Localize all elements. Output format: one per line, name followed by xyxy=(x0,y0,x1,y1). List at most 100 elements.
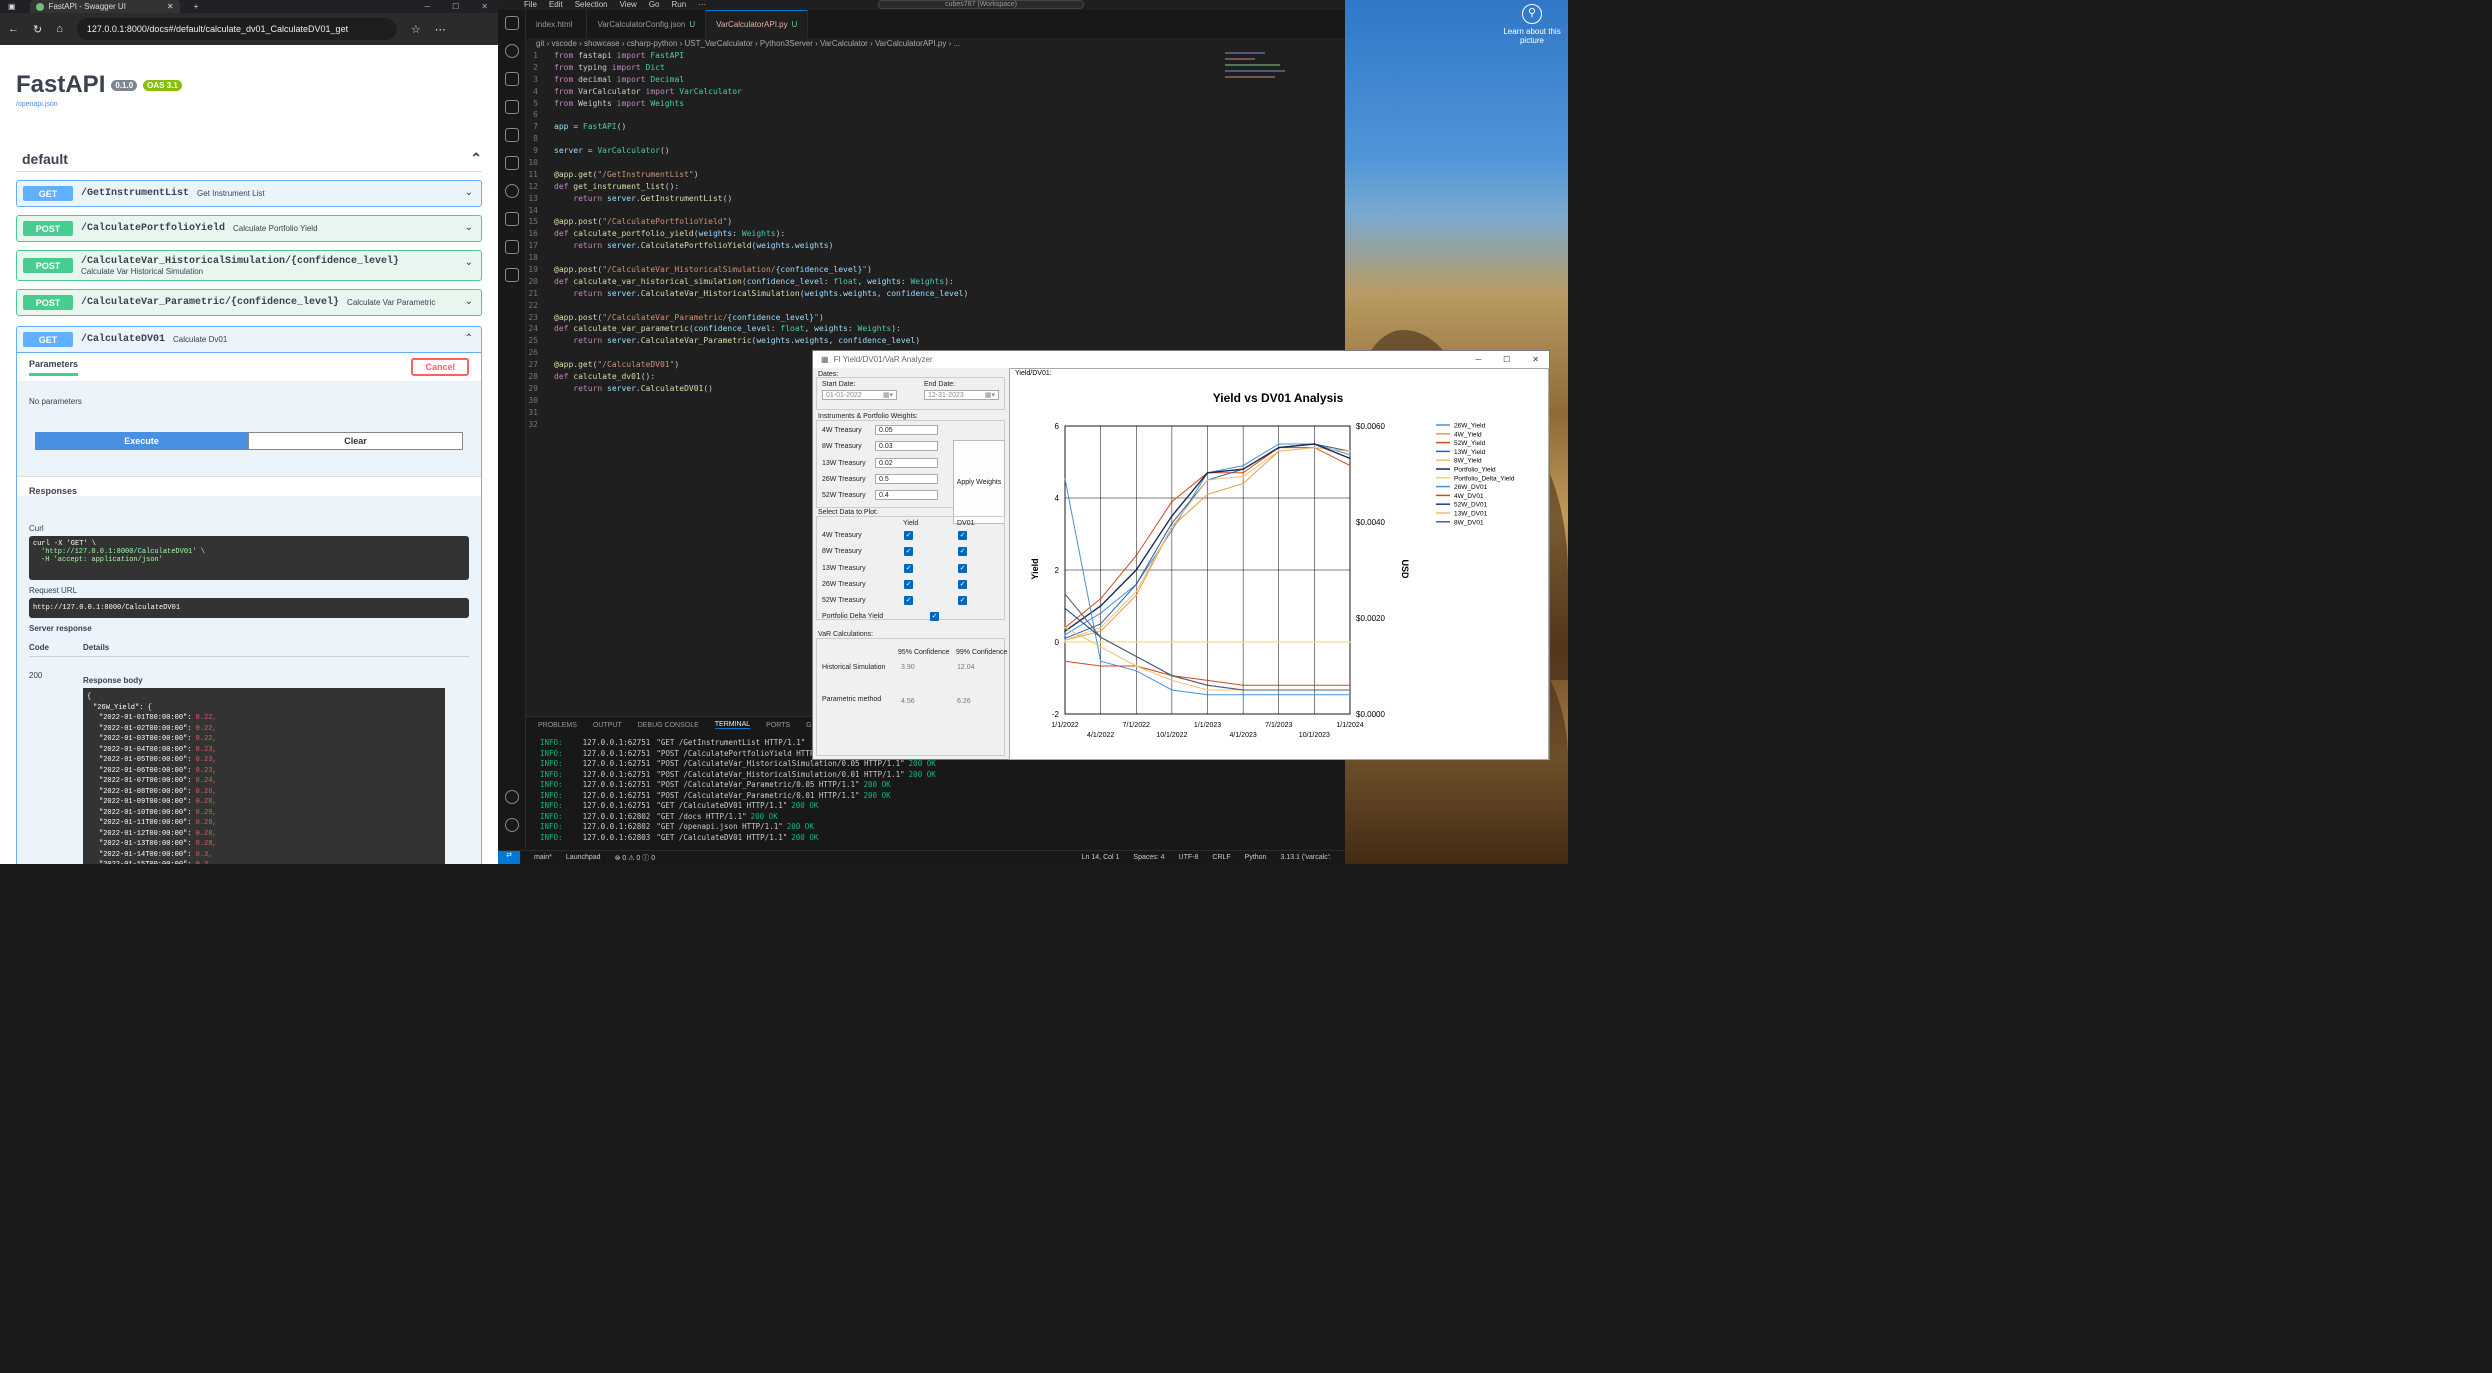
response-body[interactable]: {"26W_Yield": {"2022-01-01T00:00:00": 0.… xyxy=(83,688,445,864)
yield-checkbox[interactable]: ✓ xyxy=(904,531,913,540)
python-interpreter[interactable]: 3.13.1 ('varcalc': xyxy=(1280,854,1345,861)
line-endings[interactable]: CRLF xyxy=(1212,854,1230,861)
close-window-icon[interactable]: ✕ xyxy=(481,2,488,11)
log-level: INFO: xyxy=(540,769,563,779)
weight-input[interactable]: 0.4 xyxy=(875,490,938,501)
gitlens-icon[interactable] xyxy=(505,212,519,226)
back-icon[interactable]: ← xyxy=(8,23,19,35)
dv01-checkbox[interactable]: ✓ xyxy=(958,596,967,606)
endpoint-row[interactable]: GET/GetInstrumentList Get Instrument List… xyxy=(16,180,482,207)
menu-item[interactable]: ··· xyxy=(698,0,706,9)
account-icon[interactable] xyxy=(505,790,519,804)
git-branch[interactable]: main* xyxy=(534,854,552,861)
section-default[interactable]: default ⌃ xyxy=(16,146,482,172)
weight-input[interactable]: 0.5 xyxy=(875,473,938,484)
favorites-icon[interactable]: ☆ xyxy=(411,23,421,36)
menu-item[interactable]: File xyxy=(524,0,537,9)
minimize-icon[interactable]: ─ xyxy=(424,2,430,11)
chevron-up-icon[interactable]: ⌃ xyxy=(465,333,473,344)
home-icon[interactable]: ⌂ xyxy=(56,23,63,35)
panel-tab[interactable]: TERMINAL xyxy=(714,721,751,729)
minimap[interactable] xyxy=(1225,50,1295,90)
menu-item[interactable]: Run xyxy=(671,0,686,9)
menu-item[interactable]: View xyxy=(620,0,637,9)
chevron-down-icon[interactable]: ⌄ xyxy=(465,187,473,198)
docker-icon[interactable] xyxy=(505,268,519,282)
dv01-checkbox[interactable]: ✓ xyxy=(958,547,967,557)
dv01-checkbox[interactable]: ✓ xyxy=(958,579,967,589)
chart-area[interactable]: Yield vs DV01 Analysis 1/1/2022 4/1/2022 7/… xyxy=(1009,368,1549,760)
menu-item[interactable]: Selection xyxy=(575,0,608,9)
panel-tab[interactable]: DEBUG CONSOLE xyxy=(638,722,699,729)
learn-about-picture[interactable]: ⚲ Learn about this picture xyxy=(1502,4,1562,45)
apply-weights-button[interactable]: Apply Weights xyxy=(953,440,1005,524)
dv01-checkbox[interactable]: ✓ xyxy=(958,531,967,540)
launchpad[interactable]: Launchpad xyxy=(566,854,601,861)
language-mode[interactable]: Python xyxy=(1245,854,1267,861)
chevron-down-icon[interactable]: ⌄ xyxy=(465,296,473,307)
new-tab-icon[interactable]: + xyxy=(194,2,199,11)
encoding[interactable]: UTF-8 xyxy=(1179,854,1199,861)
swagger-page: FastAPI 0.1.0 OAS 3.1 /openapi.json defaul… xyxy=(0,45,498,864)
menu-item[interactable]: Go xyxy=(649,0,660,9)
reload-icon[interactable]: ↻ xyxy=(33,23,42,36)
search-icon[interactable] xyxy=(505,44,519,58)
chevron-down-icon[interactable]: ⌄ xyxy=(465,257,473,268)
editor-tab[interactable]: index.html xyxy=(526,10,588,38)
endpoint-row[interactable]: POST/CalculateVar_HistoricalSimulation/{… xyxy=(16,250,482,281)
start-date-picker[interactable]: 01-01-2022 ▦▾ xyxy=(822,390,897,400)
parameters-tab[interactable]: Parameters xyxy=(29,359,79,376)
weight-input[interactable]: 0.03 xyxy=(875,441,938,452)
editor-tab[interactable]: VarCalculatorConfig.json U xyxy=(587,10,707,38)
weight-input[interactable]: 0.02 xyxy=(875,457,938,468)
endpoint-row[interactable]: POST/CalculateVar_Parametric/{confidence… xyxy=(16,289,482,316)
breadcrumb[interactable]: git › vscode › showcase › csharp-python … xyxy=(536,38,960,50)
maximize-icon[interactable]: ☐ xyxy=(452,2,459,11)
browser-menu-icon[interactable]: ▣ xyxy=(8,2,16,11)
source-control-icon[interactable] xyxy=(505,72,519,86)
end-date-picker[interactable]: 12-31-2023 ▦▾ xyxy=(924,390,999,400)
editor-tab[interactable]: VarCalculatorAPI.py U xyxy=(706,10,809,38)
command-center-search[interactable]: cubes787 (Workspace) xyxy=(878,0,1084,9)
panel-tab[interactable]: PROBLEMS xyxy=(538,722,577,729)
extensions-icon[interactable]: ⋯ xyxy=(435,23,446,36)
yield-checkbox[interactable]: ✓ xyxy=(904,563,913,573)
menu-item[interactable]: Edit xyxy=(549,0,563,9)
openapi-link[interactable]: /openapi.json xyxy=(16,101,482,108)
collapse-icon[interactable]: ⌃ xyxy=(470,150,482,167)
weight-input[interactable]: 0.05 xyxy=(875,425,938,435)
endpoint-row[interactable]: POST/CalculatePortfolioYield Calculate Po… xyxy=(16,215,482,242)
clear-button[interactable]: Clear xyxy=(248,432,463,450)
panel-tab[interactable]: OUTPUT xyxy=(593,722,622,729)
calendar-icon[interactable]: ▦▾ xyxy=(883,391,896,400)
panel-tab[interactable]: PORTS xyxy=(766,722,790,729)
chevron-down-icon[interactable]: ⌄ xyxy=(465,222,473,233)
execute-button[interactable]: Execute xyxy=(35,432,248,450)
remote-indicator-icon[interactable]: ⇄ xyxy=(498,850,520,864)
cancel-button[interactable]: Cancel xyxy=(411,358,469,376)
testing-icon[interactable] xyxy=(505,156,519,170)
dv01-checkbox[interactable]: ✓ xyxy=(958,563,967,573)
yield-checkbox[interactable]: ✓ xyxy=(904,596,913,606)
github-icon[interactable] xyxy=(505,184,519,198)
explorer-icon[interactable] xyxy=(505,16,519,30)
extensions-icon[interactable] xyxy=(505,128,519,142)
maximize-icon[interactable]: ☐ xyxy=(1503,355,1510,364)
cursor-position[interactable]: Ln 14, Col 1 xyxy=(1082,854,1120,861)
remote-explorer-icon[interactable] xyxy=(505,240,519,254)
close-tab-icon[interactable]: ✕ xyxy=(167,2,174,11)
delta-yield-checkbox[interactable]: ✓ xyxy=(930,612,939,621)
calendar-icon[interactable]: ▦▾ xyxy=(985,391,998,400)
yield-checkbox[interactable]: ✓ xyxy=(904,547,913,557)
settings-gear-icon[interactable] xyxy=(505,818,519,832)
endpoint-row[interactable]: GET/CalculateDV01 Calculate Dv01 ⌃ xyxy=(16,326,482,353)
browser-tab[interactable]: FastAPI - Swagger UI ✕ xyxy=(29,0,180,13)
url-input[interactable]: 127.0.0.1:8000/docs#/default/calculate_d… xyxy=(76,18,397,40)
run-debug-icon[interactable] xyxy=(505,100,519,114)
indentation[interactable]: Spaces: 4 xyxy=(1133,854,1164,861)
code-line: 10 xyxy=(526,157,1345,169)
yield-checkbox[interactable]: ✓ xyxy=(904,579,913,589)
problems-count[interactable]: ⊗ 0 ⚠ 0 ⓘ 0 xyxy=(615,853,656,863)
minimize-icon[interactable]: ─ xyxy=(1475,355,1481,364)
close-icon[interactable]: ✕ xyxy=(1532,355,1539,364)
